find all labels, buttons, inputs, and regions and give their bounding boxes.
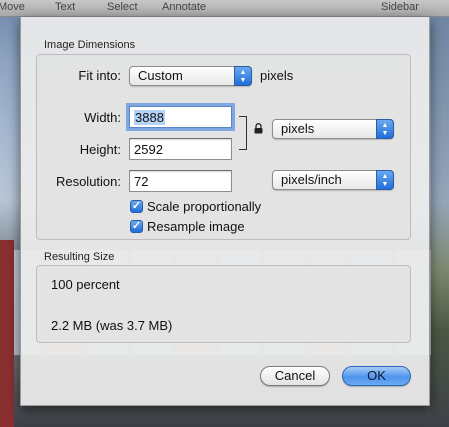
toolbar-select[interactable]: Select — [107, 1, 138, 13]
height-field[interactable]: 2592 — [129, 138, 232, 160]
window-toolbar: Move Text Select Annotate Sidebar — [0, 0, 449, 17]
background-edge — [431, 0, 449, 427]
resulting-file-size: 2.2 MB (was 3.7 MB) — [51, 318, 173, 333]
popup-arrows-icon: ▲ ▼ — [376, 170, 394, 190]
resample-image-checkbox[interactable]: ✓ — [130, 220, 143, 233]
scale-proportionally-label[interactable]: Scale proportionally — [147, 199, 261, 214]
popup-arrows-icon: ▲ ▼ — [376, 119, 394, 139]
lock-icon[interactable] — [254, 123, 263, 134]
fit-into-label: Fit into: — [78, 68, 121, 83]
adjust-size-sheet: Image Dimensions Fit into: Custom ▲ ▼ pix… — [20, 17, 430, 406]
popup-arrows-icon: ▲ ▼ — [234, 66, 252, 86]
resulting-size-title: Resulting Size — [44, 251, 115, 263]
resolution-value: 72 — [134, 174, 149, 189]
cancel-button[interactable]: Cancel — [260, 366, 330, 386]
proportion-bracket — [239, 116, 247, 150]
toolbar-text[interactable]: Text — [55, 1, 75, 13]
resolution-unit-popup[interactable]: pixels/inch ▲ ▼ — [272, 170, 394, 190]
resolution-field[interactable]: 72 — [129, 170, 232, 192]
toolbar-sidebar[interactable]: Sidebar — [381, 1, 419, 13]
resolution-unit-value: pixels/inch — [281, 172, 342, 187]
fit-into-popup[interactable]: Custom ▲ ▼ — [129, 66, 252, 86]
width-field[interactable]: 3888 — [129, 106, 232, 128]
resolution-label: Resolution: — [55, 174, 121, 189]
image-dimensions-title: Image Dimensions — [44, 39, 136, 51]
unit-value: pixels — [281, 121, 315, 136]
unit-popup[interactable]: pixels ▲ ▼ — [272, 119, 394, 139]
width-value: 3888 — [134, 110, 165, 125]
fit-into-suffix: pixels — [260, 68, 294, 83]
width-label: Width: — [84, 110, 121, 125]
height-value: 2592 — [134, 142, 163, 157]
ok-button[interactable]: OK — [342, 366, 411, 386]
resulting-percent: 100 percent — [51, 277, 120, 292]
fit-into-value: Custom — [138, 68, 183, 83]
red-post — [0, 240, 14, 427]
resample-image-label[interactable]: Resample image — [147, 219, 245, 234]
scale-proportionally-checkbox[interactable]: ✓ — [130, 200, 143, 213]
toolbar-move[interactable]: Move — [0, 1, 25, 13]
toolbar-annotate[interactable]: Annotate — [162, 1, 206, 13]
height-label: Height: — [79, 142, 121, 157]
